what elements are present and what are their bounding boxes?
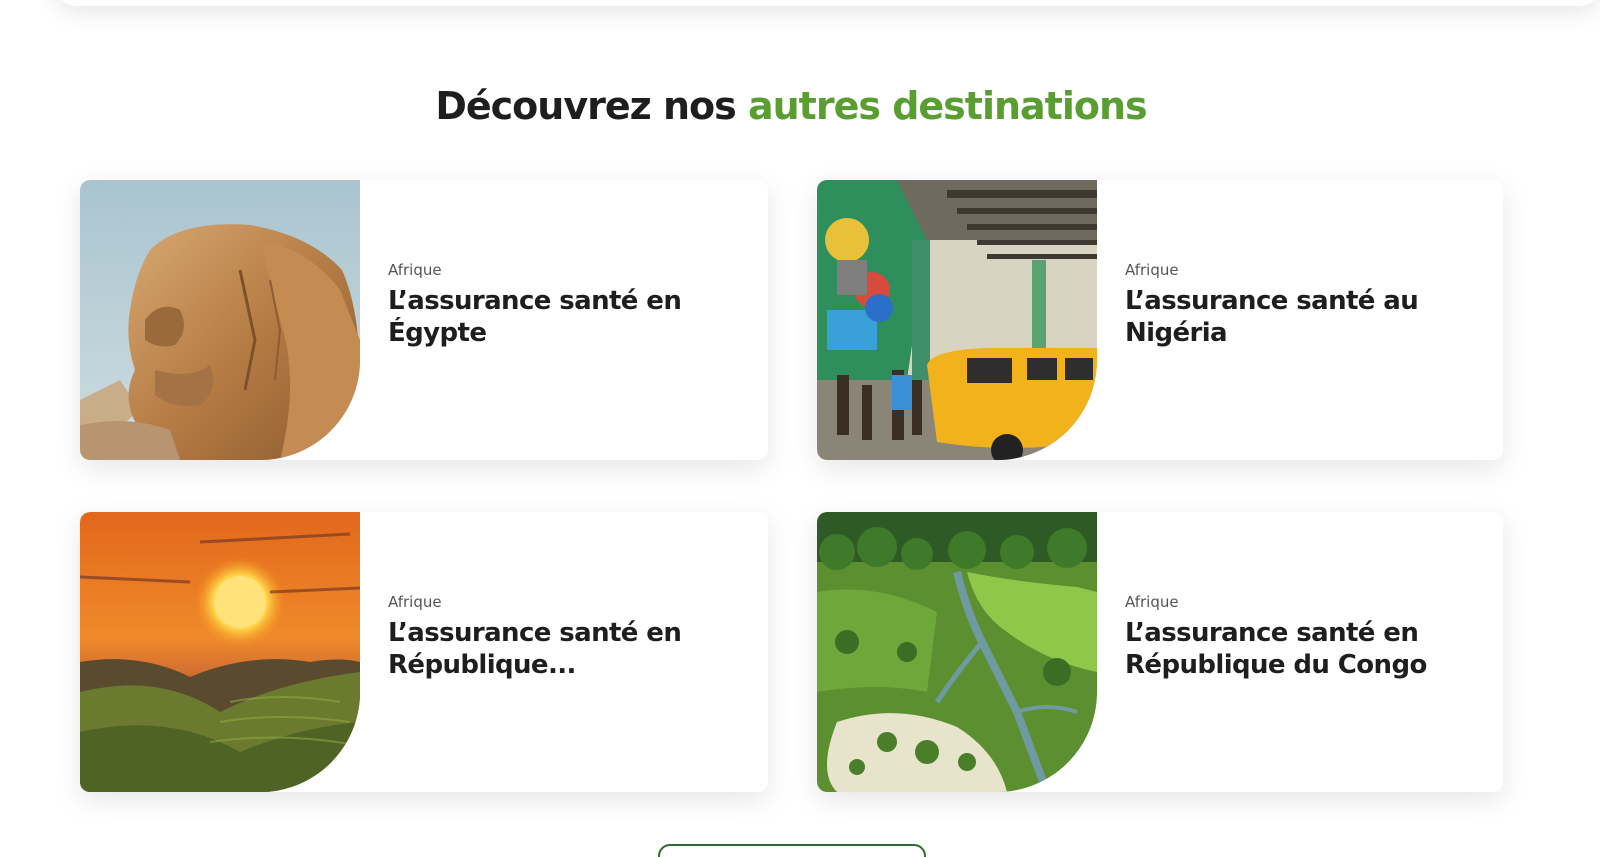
page: Découvrez nos autres destinations Afriqu… bbox=[0, 0, 1600, 857]
see-more-button[interactable] bbox=[658, 844, 926, 857]
card-title[interactable]: L’assurance santé en République du Congo bbox=[1125, 617, 1455, 681]
destination-card-republique[interactable]: Afrique L’assurance santé en République.… bbox=[80, 512, 768, 792]
destination-card-congo[interactable]: Afrique L’assurance santé en République … bbox=[817, 512, 1503, 792]
card-image-rainforest-river bbox=[817, 512, 1097, 792]
card-category: Afrique bbox=[1125, 261, 1179, 279]
card-image-sphinx bbox=[80, 180, 360, 460]
destination-card-nigeria[interactable]: Afrique L’assurance santé au Nigéria bbox=[817, 180, 1503, 460]
section-title-part1: Découvrez nos bbox=[435, 84, 736, 128]
card-category: Afrique bbox=[388, 593, 442, 611]
card-image-lagos-street bbox=[817, 180, 1097, 460]
card-title[interactable]: L’assurance santé en République... bbox=[388, 617, 718, 681]
card-title[interactable]: L’assurance santé en Égypte bbox=[388, 285, 718, 349]
card-info: Afrique L’assurance santé en République.… bbox=[360, 512, 718, 792]
section-title: Découvrez nos autres destinations bbox=[0, 84, 1582, 128]
card-title[interactable]: L’assurance santé au Nigéria bbox=[1125, 285, 1455, 349]
card-category: Afrique bbox=[1125, 593, 1179, 611]
card-info: Afrique L’assurance santé en République … bbox=[1097, 512, 1455, 792]
card-category: Afrique bbox=[388, 261, 442, 279]
destination-card-egypt[interactable]: Afrique L’assurance santé en Égypte bbox=[80, 180, 768, 460]
section-title-accent: autres destinations bbox=[747, 84, 1148, 128]
card-image-sunset-hills bbox=[80, 512, 360, 792]
card-info: Afrique L’assurance santé en Égypte bbox=[360, 180, 718, 460]
card-info: Afrique L’assurance santé au Nigéria bbox=[1097, 180, 1455, 460]
header-panel bbox=[56, 0, 1600, 6]
